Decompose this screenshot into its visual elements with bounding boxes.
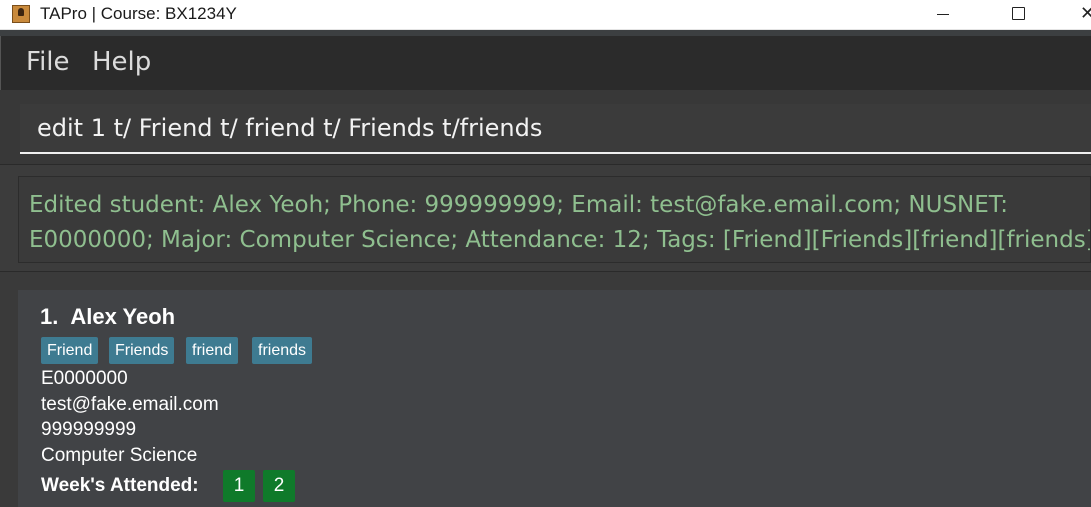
student-name: Alex Yeoh: [70, 304, 176, 329]
menu-bar: File Help: [0, 36, 1091, 90]
week-badge: 1: [223, 470, 255, 502]
close-icon: ✕: [1080, 3, 1091, 24]
app-icon: [12, 5, 30, 23]
student-name-heading: 1. Alex Yeoh: [40, 304, 175, 330]
command-input[interactable]: [20, 104, 1091, 154]
tag: friends: [252, 337, 313, 364]
maximize-button[interactable]: [996, 0, 1042, 29]
menu-help[interactable]: Help: [92, 47, 151, 77]
window-title: TAPro | Course: BX1234Y: [40, 4, 237, 23]
student-major: Computer Science: [41, 445, 198, 466]
result-line-1: Edited student: Alex Yeoh; Phone: 999999…: [29, 192, 1009, 218]
student-index: 1.: [40, 304, 59, 329]
week-badge: 2: [263, 470, 295, 502]
close-button[interactable]: ✕: [1068, 0, 1091, 29]
tag: Friend: [41, 337, 99, 364]
result-display: Edited student: Alex Yeoh; Phone: 999999…: [18, 176, 1091, 263]
tag: friend: [186, 337, 239, 364]
result-line-2: E0000000; Major: Computer Science; Atten…: [29, 227, 1091, 253]
student-email: test@fake.email.com: [41, 394, 219, 415]
menu-file[interactable]: File: [26, 47, 70, 77]
student-phone: 999999999: [41, 419, 137, 440]
student-nusnet: E0000000: [41, 368, 128, 389]
title-bar: TAPro | Course: BX1234Y ✕: [0, 0, 1091, 30]
minimize-button[interactable]: [920, 0, 966, 29]
tag: Friends: [109, 337, 175, 364]
weeks-attended-label: Week's Attended:: [41, 475, 199, 496]
